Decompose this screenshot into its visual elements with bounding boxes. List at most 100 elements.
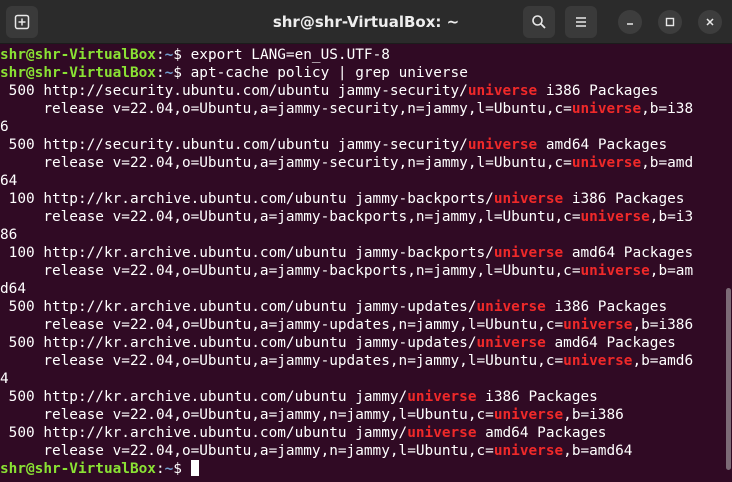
- terminal-lines: shr@shr-VirtualBox:~$ export LANG=en_US.…: [0, 46, 724, 478]
- output-text: i386 Packages: [537, 83, 659, 99]
- match-highlight: universe: [476, 335, 546, 351]
- prompt-path: ~: [164, 461, 174, 477]
- text-cursor: [190, 460, 199, 476]
- match-highlight: universe: [493, 191, 564, 207]
- output-line: 100 http://kr.archive.ubuntu.com/ubuntu …: [0, 190, 724, 208]
- command-text: apt-cache policy | grep universe: [181, 65, 468, 81]
- search-icon: [532, 15, 546, 29]
- prompt-path: ~: [164, 65, 174, 81]
- output-text: ,b=i386: [632, 317, 694, 333]
- new-tab-button[interactable]: [6, 6, 38, 38]
- prompt-separator: :: [155, 65, 165, 81]
- output-text: 500 http://security.ubuntu.com/ubuntu ja…: [0, 137, 468, 153]
- hamburger-menu-icon: [576, 17, 586, 27]
- match-highlight: universe: [467, 83, 538, 99]
- prompt-user-host: shr@shr-VirtualBox: [0, 461, 156, 477]
- output-line: 500 http://kr.archive.ubuntu.com/ubuntu …: [0, 388, 724, 406]
- command-text: export LANG=en_US.UTF-8: [181, 47, 390, 63]
- close-icon: [706, 18, 714, 26]
- output-text: release v=22.04,o=Ubuntu,a=jammy,n=jammy…: [0, 443, 494, 459]
- output-text: amd64 Packages: [476, 425, 607, 441]
- match-highlight: universe: [571, 101, 642, 117]
- prompt-separator: :: [155, 461, 165, 477]
- output-line: release v=22.04,o=Ubuntu,a=jammy-securit…: [0, 154, 724, 172]
- output-line: release v=22.04,o=Ubuntu,a=jammy,n=jammy…: [0, 406, 724, 424]
- output-text: ,b=i3: [649, 209, 694, 225]
- match-highlight: universe: [580, 263, 650, 279]
- output-text: release v=22.04,o=Ubuntu,a=jammy-backpor…: [0, 263, 581, 279]
- terminal-window: shr@shr-VirtualBox: ~ shr@shr-VirtualBox…: [0, 0, 732, 482]
- output-line: 500 http://security.ubuntu.com/ubuntu ja…: [0, 82, 724, 100]
- output-text: ,b=i38: [641, 101, 694, 117]
- output-text: 100 http://kr.archive.ubuntu.com/ubuntu …: [0, 245, 494, 261]
- prompt-user-host: shr@shr-VirtualBox: [0, 65, 156, 81]
- output-text: 500 http://security.ubuntu.com/ubuntu ja…: [0, 83, 468, 99]
- title-bar[interactable]: shr@shr-VirtualBox: ~: [0, 0, 732, 44]
- output-line: release v=22.04,o=Ubuntu,a=jammy-backpor…: [0, 262, 724, 280]
- match-highlight: universe: [563, 353, 633, 369]
- output-text: 500 http://kr.archive.ubuntu.com/ubuntu …: [0, 389, 408, 405]
- output-line: 500 http://kr.archive.ubuntu.com/ubuntu …: [0, 424, 724, 442]
- match-highlight: universe: [563, 317, 633, 333]
- output-text: i386 Packages: [476, 389, 598, 405]
- prompt-path: ~: [164, 47, 174, 63]
- match-highlight: universe: [493, 245, 564, 261]
- prompt-line: shr@shr-VirtualBox:~$ export LANG=en_US.…: [0, 46, 724, 64]
- menu-button[interactable]: [565, 6, 597, 38]
- prompt-symbol: $: [173, 461, 182, 477]
- output-line: 6: [0, 118, 724, 136]
- output-text: 86: [0, 227, 18, 243]
- new-tab-icon: [14, 14, 30, 30]
- output-line: d64: [0, 280, 724, 298]
- search-button[interactable]: [523, 6, 555, 38]
- output-line: 86: [0, 226, 724, 244]
- match-highlight: universe: [476, 299, 546, 315]
- output-line: release v=22.04,o=Ubuntu,a=jammy-updates…: [0, 316, 724, 334]
- prompt-symbol: $: [173, 47, 182, 63]
- output-text: 500 http://kr.archive.ubuntu.com/ubuntu …: [0, 299, 477, 315]
- output-line: release v=22.04,o=Ubuntu,a=jammy-securit…: [0, 100, 724, 118]
- output-text: 4: [0, 371, 9, 387]
- output-line: 100 http://kr.archive.ubuntu.com/ubuntu …: [0, 244, 724, 262]
- match-highlight: universe: [407, 389, 477, 405]
- output-text: release v=22.04,o=Ubuntu,a=jammy-securit…: [0, 155, 572, 171]
- match-highlight: universe: [407, 425, 477, 441]
- output-text: release v=22.04,o=Ubuntu,a=jammy-updates…: [0, 353, 564, 369]
- output-text: 500 http://kr.archive.ubuntu.com/ubuntu …: [0, 425, 408, 441]
- output-text: ,b=am: [649, 263, 694, 279]
- prompt-separator: :: [155, 47, 165, 63]
- output-text: release v=22.04,o=Ubuntu,a=jammy,n=jammy…: [0, 407, 494, 423]
- maximize-icon: [665, 17, 675, 27]
- match-highlight: universe: [493, 407, 564, 423]
- prompt-symbol: $: [173, 65, 182, 81]
- match-highlight: universe: [467, 137, 538, 153]
- output-text: amd64 Packages: [545, 335, 676, 351]
- output-text: i386 Packages: [563, 191, 685, 207]
- output-text: 64: [0, 173, 18, 189]
- output-line: 64: [0, 172, 724, 190]
- output-text: amd64 Packages: [563, 245, 694, 261]
- match-highlight: universe: [493, 443, 564, 459]
- output-text: ,b=i386: [563, 407, 624, 423]
- minimize-icon: [627, 23, 633, 25]
- output-line: release v=22.04,o=Ubuntu,a=jammy,n=jammy…: [0, 442, 724, 460]
- output-line: release v=22.04,o=Ubuntu,a=jammy-updates…: [0, 352, 724, 370]
- output-text: release v=22.04,o=Ubuntu,a=jammy-securit…: [0, 101, 572, 117]
- output-text: release v=22.04,o=Ubuntu,a=jammy-updates…: [0, 317, 564, 333]
- output-text: i386 Packages: [545, 299, 668, 315]
- output-text: ,b=amd: [641, 155, 694, 171]
- scrollbar-thumb[interactable]: [726, 288, 731, 470]
- output-text: amd64 Packages: [537, 137, 668, 153]
- match-highlight: universe: [571, 155, 642, 171]
- maximize-button[interactable]: [658, 10, 682, 34]
- close-button[interactable]: [698, 10, 722, 34]
- output-text: 6: [0, 119, 9, 135]
- match-highlight: universe: [580, 209, 650, 225]
- output-line: 500 http://security.ubuntu.com/ubuntu ja…: [0, 136, 724, 154]
- output-text: release v=22.04,o=Ubuntu,a=jammy-backpor…: [0, 209, 581, 225]
- prompt-line: shr@shr-VirtualBox:~$ apt-cache policy |…: [0, 64, 724, 82]
- output-line: 4: [0, 370, 724, 388]
- terminal-output[interactable]: shr@shr-VirtualBox:~$ export LANG=en_US.…: [0, 46, 724, 482]
- output-text: 500 http://kr.archive.ubuntu.com/ubuntu …: [0, 335, 477, 351]
- minimize-button[interactable]: [618, 10, 642, 34]
